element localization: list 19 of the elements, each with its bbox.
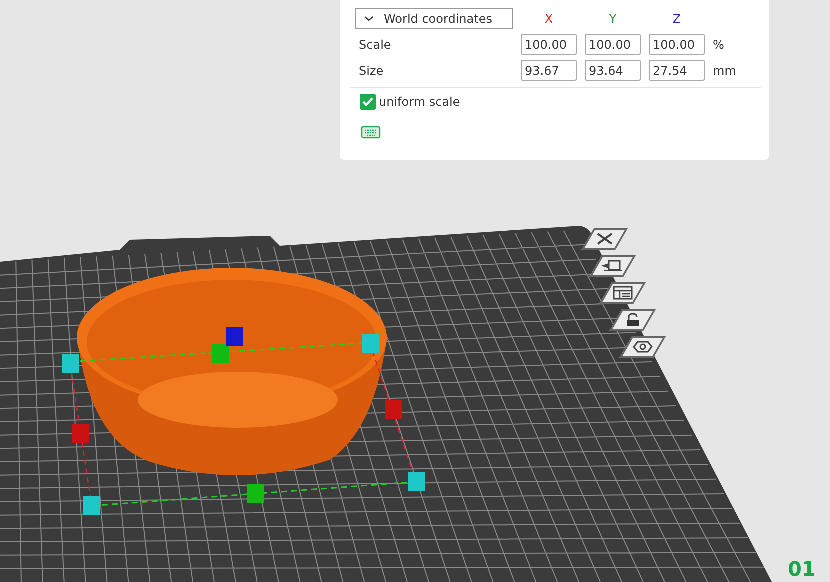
plate-number: 01 xyxy=(788,558,816,580)
value-field[interactable]: 93.64 xyxy=(585,60,641,81)
row-label: Size xyxy=(358,64,385,78)
axis-label: Z xyxy=(672,12,682,26)
checkbox[interactable] xyxy=(360,94,376,110)
value-field[interactable]: 100.00 xyxy=(521,34,577,55)
value-field[interactable]: 93.67 xyxy=(521,60,577,81)
axis-label: Y xyxy=(608,12,618,26)
chevron-down-icon xyxy=(364,16,374,22)
row-label: Scale xyxy=(358,38,392,52)
coordinate-dropdown[interactable]: World coordinates xyxy=(355,8,513,29)
keyboard-icon[interactable] xyxy=(361,126,381,139)
axis-label: X xyxy=(544,12,554,26)
unit-label: mm xyxy=(713,64,738,78)
value-field[interactable]: 100.00 xyxy=(585,34,641,55)
value-field[interactable]: 27.54 xyxy=(649,60,705,81)
checkbox-label: uniform scale xyxy=(379,95,460,109)
value-field[interactable]: 100.00 xyxy=(649,34,705,55)
unit-label: % xyxy=(713,38,726,52)
